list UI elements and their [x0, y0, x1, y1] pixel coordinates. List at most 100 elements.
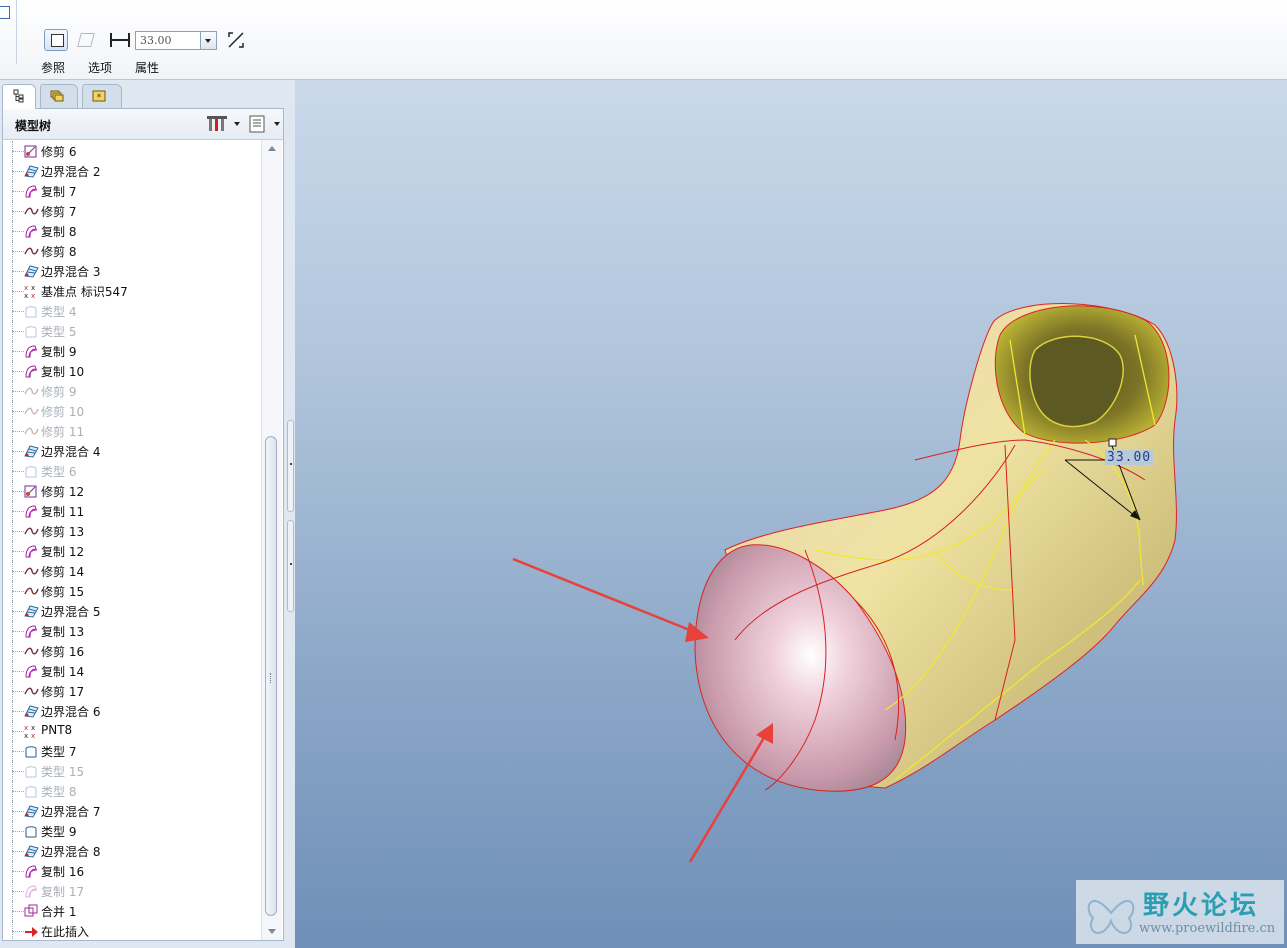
tree-item[interactable]: 类型 15: [3, 761, 261, 781]
tree-item[interactable]: 边界混合 6: [3, 701, 261, 721]
tree-item[interactable]: 复制 10: [3, 361, 261, 381]
tab-options[interactable]: 选项: [88, 59, 112, 76]
tree-item[interactable]: 复制 8: [3, 221, 261, 241]
scrollbar-thumb[interactable]: [265, 436, 277, 916]
tree-item[interactable]: 边界混合 3: [3, 261, 261, 281]
tree-item[interactable]: 复制 12: [3, 541, 261, 561]
tree-item-label: 修剪 15: [41, 585, 85, 599]
model-tree-title: 模型树: [15, 119, 52, 133]
tree-item[interactable]: 类型 6: [3, 461, 261, 481]
tree-item[interactable]: 修剪 8: [3, 241, 261, 261]
trim-curve-icon: [24, 427, 39, 435]
navigator-panel: * 模型树 修剪 6 边界混合 2 复制 7 修剪 7 复制 8 修剪 8 边界…: [0, 80, 295, 948]
boundary-blend-icon: [24, 165, 39, 178]
tree-item[interactable]: 修剪 17: [3, 681, 261, 701]
tree-item[interactable]: 边界混合 7: [3, 801, 261, 821]
tree-settings-button[interactable]: [206, 114, 240, 134]
tree-item[interactable]: 合并 1: [3, 901, 261, 921]
trim-curve-icon: [24, 387, 39, 395]
thickness-dimension-label[interactable]: 33.00: [1105, 450, 1154, 465]
tree-item[interactable]: 边界混合 8: [3, 841, 261, 861]
tree-item[interactable]: 复制 13: [3, 621, 261, 641]
toolbar-left-strip: [0, 0, 17, 64]
trim-curve-icon: [24, 567, 39, 575]
tree-item-label: 合并 1: [41, 905, 77, 919]
tree-item[interactable]: 修剪 16: [3, 641, 261, 661]
thickness-dimension-icon: [110, 33, 130, 47]
copy-icon: [25, 665, 38, 678]
scroll-down-icon[interactable]: [268, 929, 276, 934]
type-surface-icon: [25, 786, 37, 798]
tree-item[interactable]: 复制 14: [3, 661, 261, 681]
flip-direction-button[interactable]: [224, 29, 248, 51]
model-tree-icon: [13, 89, 24, 103]
tree-item-label: 在此插入: [41, 925, 90, 939]
tree-item[interactable]: 修剪 11: [3, 421, 261, 441]
expand-panel-button[interactable]: [287, 520, 294, 612]
thickness-input[interactable]: 33.00: [135, 31, 217, 50]
tree-item[interactable]: 复制 17: [3, 881, 261, 901]
tree-item[interactable]: 复制 7: [3, 181, 261, 201]
svg-text:x: x: [24, 732, 28, 739]
tree-item[interactable]: 修剪 15: [3, 581, 261, 601]
tree-scrollbar[interactable]: [261, 140, 282, 940]
tree-item-label: 复制 9: [41, 345, 77, 359]
tree-item-label: 基准点 标识547: [41, 285, 128, 299]
tree-item[interactable]: 修剪 12: [3, 481, 261, 501]
tree-item-label: 边界混合 3: [41, 265, 101, 279]
tree-item-label: 修剪 9: [41, 385, 77, 399]
thickness-value[interactable]: 33.00: [140, 34, 172, 47]
tree-item[interactable]: 边界混合 5: [3, 601, 261, 621]
panel-splitter[interactable]: [285, 80, 295, 948]
copy-icon: [25, 185, 38, 198]
boundary-blend-icon: [24, 265, 39, 278]
copy-icon: [25, 365, 38, 378]
tree-item[interactable]: 类型 8: [3, 781, 261, 801]
boundary-blend-icon: [24, 445, 39, 458]
tree-show-button[interactable]: [246, 114, 280, 134]
tree-item[interactable]: 修剪 9: [3, 381, 261, 401]
tree-item[interactable]: 修剪 13: [3, 521, 261, 541]
tree-item[interactable]: 复制 16: [3, 861, 261, 881]
tree-item[interactable]: x x x x 基准点 标识547: [3, 281, 261, 301]
copy-icon: [25, 345, 38, 358]
watermark-title: 野火论坛: [1143, 891, 1260, 921]
flip-direction-icon: [228, 32, 244, 48]
tree-item-label: PNT8: [41, 723, 73, 737]
trim-curve-icon: [24, 207, 39, 215]
tree-item[interactable]: 修剪 7: [3, 201, 261, 221]
tree-item-label: 类型 4: [41, 305, 77, 319]
tree-item[interactable]: 修剪 14: [3, 561, 261, 581]
toolbar-corner-icon[interactable]: [0, 6, 10, 19]
tab-references[interactable]: 参照: [41, 59, 65, 76]
tree-item[interactable]: 边界混合 2: [3, 161, 261, 181]
tree-item[interactable]: 类型 4: [3, 301, 261, 321]
type-surface-icon: [25, 766, 37, 778]
tree-item[interactable]: 修剪 10: [3, 401, 261, 421]
svg-text:x: x: [31, 724, 35, 732]
collapse-panel-button[interactable]: [287, 420, 294, 512]
copy-icon: [25, 885, 38, 898]
tree-item[interactable]: x x x x PNT8: [3, 721, 261, 741]
tree-item[interactable]: 修剪 6: [3, 141, 261, 161]
trim-curve-icon: [24, 647, 39, 655]
tree-item-label: 边界混合 8: [41, 845, 101, 859]
tab-folder-browser[interactable]: [40, 84, 78, 108]
tab-properties[interactable]: 属性: [135, 59, 159, 76]
chevron-down-icon[interactable]: [200, 32, 216, 49]
thicken-remove-material-button[interactable]: [74, 29, 98, 51]
tree-item[interactable]: 类型 5: [3, 321, 261, 341]
chevron-down-icon: [234, 122, 240, 126]
tab-model-tree[interactable]: [2, 84, 36, 109]
tree-item[interactable]: 在此插入: [3, 921, 261, 940]
tree-item[interactable]: 边界混合 4: [3, 441, 261, 461]
tab-favorites[interactable]: *: [82, 84, 122, 108]
thicken-solid-button[interactable]: [44, 29, 68, 51]
scroll-up-icon[interactable]: [268, 146, 276, 151]
tree-item[interactable]: 类型 9: [3, 821, 261, 841]
tree-item[interactable]: 类型 7: [3, 741, 261, 761]
graphics-window[interactable]: 33.00 野火论坛 www.proewildfire.cn: [295, 80, 1287, 948]
trim-curve-icon: [24, 687, 39, 695]
tree-item[interactable]: 复制 9: [3, 341, 261, 361]
tree-item[interactable]: 复制 11: [3, 501, 261, 521]
